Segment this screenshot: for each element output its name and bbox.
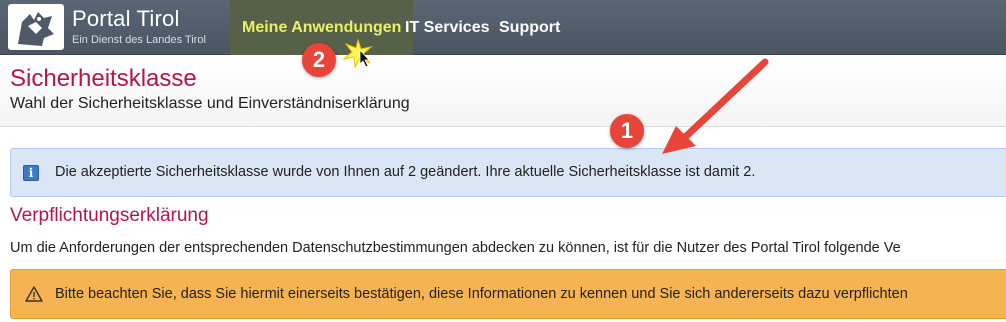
top-navigation-bar: Portal Tirol Ein Dienst des Landes Tirol… [0, 0, 1006, 55]
nav-it-services[interactable]: IT Services [393, 0, 502, 55]
annotation-badge-1: 1 [610, 114, 644, 148]
warning-alert-text: Bitte beachten Sie, dass Sie hiermit ein… [55, 286, 908, 302]
page-header: Sicherheitsklasse Wahl der Sicherheitskl… [0, 55, 1006, 127]
info-alert-text: Die akzeptierte Sicherheitsklasse wurde … [55, 164, 756, 180]
logo-subtitle: Ein Dienst des Landes Tirol [72, 34, 206, 46]
warning-alert: Bitte beachten Sie, dass Sie hiermit ein… [10, 269, 1006, 319]
info-icon: i [23, 165, 39, 181]
page-subtitle: Wahl der Sicherheitsklasse und Einverstä… [10, 95, 410, 112]
info-alert: i Die akzeptierte Sicherheitsklasse wurd… [10, 148, 1006, 197]
annotation-badge-2: 2 [302, 43, 336, 77]
logo-title: Portal Tirol [72, 6, 180, 31]
nav-support[interactable]: Support [487, 0, 572, 55]
annotation-arrow-icon [662, 58, 769, 154]
page-title: Sicherheitsklasse [10, 65, 197, 92]
warning-icon [25, 286, 43, 302]
portal-logo[interactable]: Portal Tirol Ein Dienst des Landes Tirol [8, 4, 228, 50]
section-paragraph: Um die Anforderungen der entsprechenden … [10, 240, 901, 256]
tirol-eagle-logo-icon [8, 4, 64, 50]
section-title: Verpflichtungserklärung [10, 205, 209, 226]
click-burst-icon [342, 38, 373, 68]
